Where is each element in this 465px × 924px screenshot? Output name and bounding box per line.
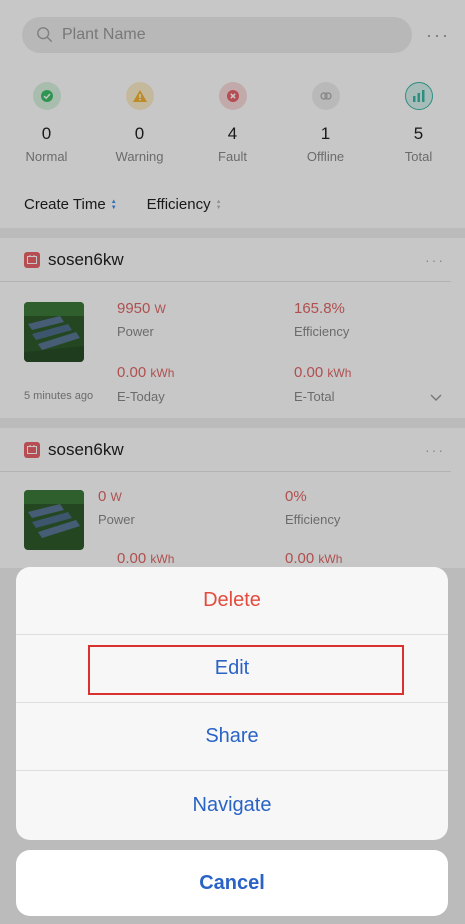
delete-button[interactable]: Delete <box>16 567 448 635</box>
action-sheet: Delete Edit Share Navigate <box>16 567 448 840</box>
share-button[interactable]: Share <box>16 703 448 771</box>
cancel-button[interactable]: Cancel <box>16 850 448 916</box>
edit-highlight-box <box>88 645 404 695</box>
navigate-button[interactable]: Navigate <box>16 771 448 839</box>
edit-button[interactable]: Edit <box>16 635 448 703</box>
